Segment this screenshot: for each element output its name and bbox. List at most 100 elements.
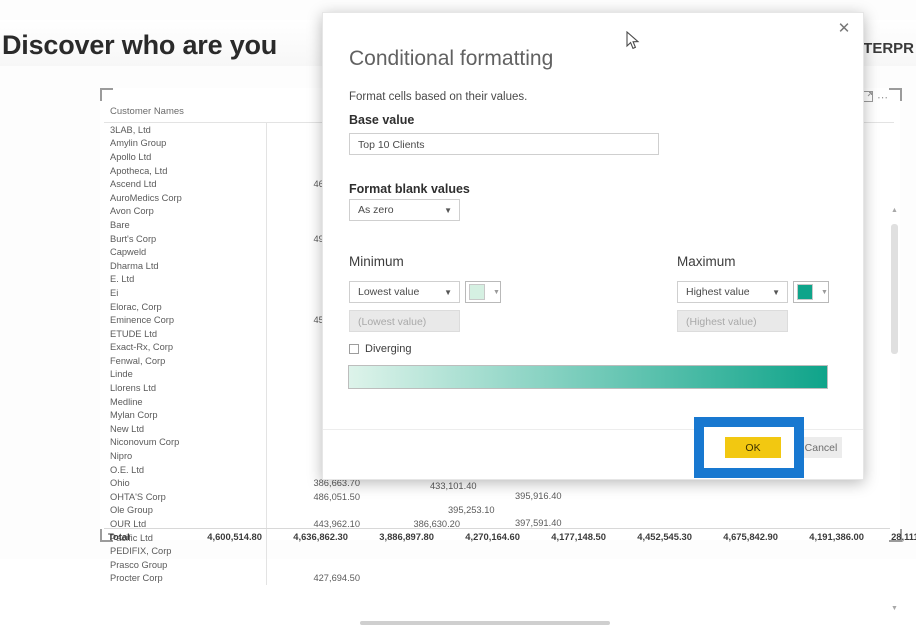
cell-q3-partial[interactable] [466,544,494,558]
cell-customer-name[interactable]: Niconovum Corp [104,435,267,450]
cell-q2-2015[interactable] [366,572,466,586]
chevron-down-icon[interactable]: ▼ [493,289,500,296]
cell-customer-name[interactable]: Fenwal, Corp [104,354,267,368]
cancel-button[interactable]: Cancel [786,437,842,458]
close-icon[interactable]: ✕ [831,17,857,41]
cell-customer-name[interactable]: Linde [104,367,267,382]
minimum-label: Minimum [349,254,404,269]
cell-q1-2015[interactable] [266,544,366,558]
cell-customer-name[interactable]: Eminence Corp [104,313,267,327]
cell-customer-name[interactable]: O.E. Ltd [104,462,267,477]
chevron-down-icon: ▼ [444,206,452,215]
chevron-down-icon[interactable]: ▼ [821,289,828,296]
minimum-rule-selected: Lowest value [358,286,420,298]
cell-customer-name[interactable]: Medline [104,394,267,409]
cell-q3-partial[interactable] [466,558,494,572]
minimum-value-input[interactable]: (Lowest value) [349,310,460,332]
cell-customer-name[interactable]: Apollo Ltd [104,150,267,164]
cell-spacer [494,558,894,572]
maximum-color-picker[interactable]: ▼ [793,281,829,303]
total-cell: 3,886,897.80 [379,531,434,542]
cell-q3-partial[interactable] [466,572,494,586]
table-row[interactable]: OHTA'S Corp 486,051.50 [104,490,894,504]
minimum-rule-dropdown[interactable]: Lowest value ▼ [349,281,460,303]
table-row[interactable]: Prasco Group [104,558,894,572]
dialog-subtitle: Format cells based on their values. [349,91,528,103]
cell-customer-name[interactable]: E. Ltd [104,272,267,287]
table-horizontal-scrollbar[interactable] [360,621,610,625]
cell-customer-name[interactable]: Dharma Ltd [104,258,267,273]
cell-q2-2015[interactable] [366,558,466,572]
cell-customer-name[interactable]: Elorac, Corp [104,299,267,314]
cell-customer-name[interactable]: Bare [104,218,267,232]
cell-q1-2015[interactable]: 427,694.50 [266,572,366,586]
dialog-title: Conditional formatting [349,47,554,70]
cell-customer-name[interactable]: Ole Group [104,503,267,518]
format-blank-values-selected: As zero [358,204,394,216]
gradient-preview-bar [348,365,828,389]
total-cell: 28,111,732.70 [891,531,916,542]
maximum-value-input[interactable]: (Highest value) [677,310,788,332]
diverging-checkbox-row[interactable]: Diverging [349,343,411,355]
cell-spacer [494,504,894,518]
cell-customer-name[interactable]: Llorens Ltd [104,381,267,395]
cell-customer-name[interactable]: ETUDE Ltd [104,326,267,341]
partial-value-1: 433,101.40 [430,481,477,491]
table-row[interactable]: Procter Corp 427,694.50 [104,571,894,586]
cell-spacer [494,572,894,586]
maximum-label: Maximum [677,254,736,269]
table-row[interactable]: PEDIFIX, Corp [104,544,894,558]
cell-customer-name[interactable]: Ohio [104,476,267,491]
diverging-checkbox[interactable] [349,344,359,354]
maximum-rule-dropdown[interactable]: Highest value ▼ [677,281,788,303]
cell-q1-2015[interactable] [266,504,366,518]
maximum-rule-selected: Highest value [686,286,750,298]
cell-customer-name[interactable]: New Ltd [104,422,267,436]
cell-customer-name[interactable]: Amylin Group [104,136,267,151]
cell-customer-name[interactable]: Nipro [104,449,267,463]
partial-value-2: 395,253.10 [448,505,495,515]
cell-q3-partial[interactable] [466,490,494,504]
column-header-customer-names[interactable]: Customer Names [104,104,266,123]
cell-customer-name[interactable]: Exact-Rx, Corp [104,340,267,355]
total-cell: 4,191,386.00 [809,531,864,542]
cell-customer-name[interactable]: Mylan Corp [104,408,267,423]
cell-customer-name[interactable]: Ascend Ltd [104,177,267,191]
dialog-footer-separator [323,429,863,430]
cell-customer-name[interactable]: Apotheca, Ltd [104,163,267,178]
cell-customer-name[interactable]: Avon Corp [104,204,267,219]
cell-q2-2015[interactable] [366,490,466,504]
cell-customer-name[interactable]: AuroMedics Corp [104,190,267,205]
more-options-icon[interactable]: ⋯ [877,92,888,104]
scroll-down-icon[interactable]: ▼ [891,604,898,614]
total-cell: 4,675,842.90 [723,531,778,542]
minimum-color-swatch[interactable] [469,284,485,300]
cell-q1-2015[interactable] [266,558,366,572]
base-value-field[interactable]: Top 10 Clients [349,133,659,155]
cell-customer-name[interactable]: OHTA'S Corp [104,490,267,504]
total-cell: 4,600,514.80 [207,531,262,542]
ok-button[interactable]: OK [725,437,781,458]
cell-customer-name[interactable]: Ei [104,286,267,300]
cell-customer-name[interactable]: Capweld [104,245,267,259]
partial-value-4: 397,591.40 [515,518,562,528]
page-title: Discover who are you [2,30,278,60]
cell-customer-name[interactable]: 3LAB, Ltd [104,122,267,137]
total-row: Total 4,600,514.80 4,636,862.30 3,886,897.… [104,531,916,545]
partial-value-3: 395,916.40 [515,491,562,501]
minimum-color-picker[interactable]: ▼ [465,281,501,303]
cell-customer-name[interactable]: PEDIFIX, Corp [104,544,267,558]
cell-q2-2015[interactable] [366,544,466,558]
cell-customer-name[interactable]: Burt's Corp [104,231,267,246]
total-cell: 4,452,545.30 [637,531,692,542]
cell-customer-name[interactable]: Prasco Group [104,558,267,572]
cell-customer-name[interactable]: Procter Corp [104,571,267,586]
conditional-formatting-dialog[interactable]: ✕ Conditional formatting Format cells ba… [322,12,864,480]
total-row-separator [104,528,890,529]
format-blank-values-label: Format blank values [349,182,470,196]
cell-spacer [494,544,894,558]
format-blank-values-dropdown[interactable]: As zero ▼ [349,199,460,221]
table-row[interactable]: Ole Group [104,503,894,518]
cell-q1-2015[interactable]: 486,051.50 [266,490,366,504]
maximum-color-swatch[interactable] [797,284,813,300]
